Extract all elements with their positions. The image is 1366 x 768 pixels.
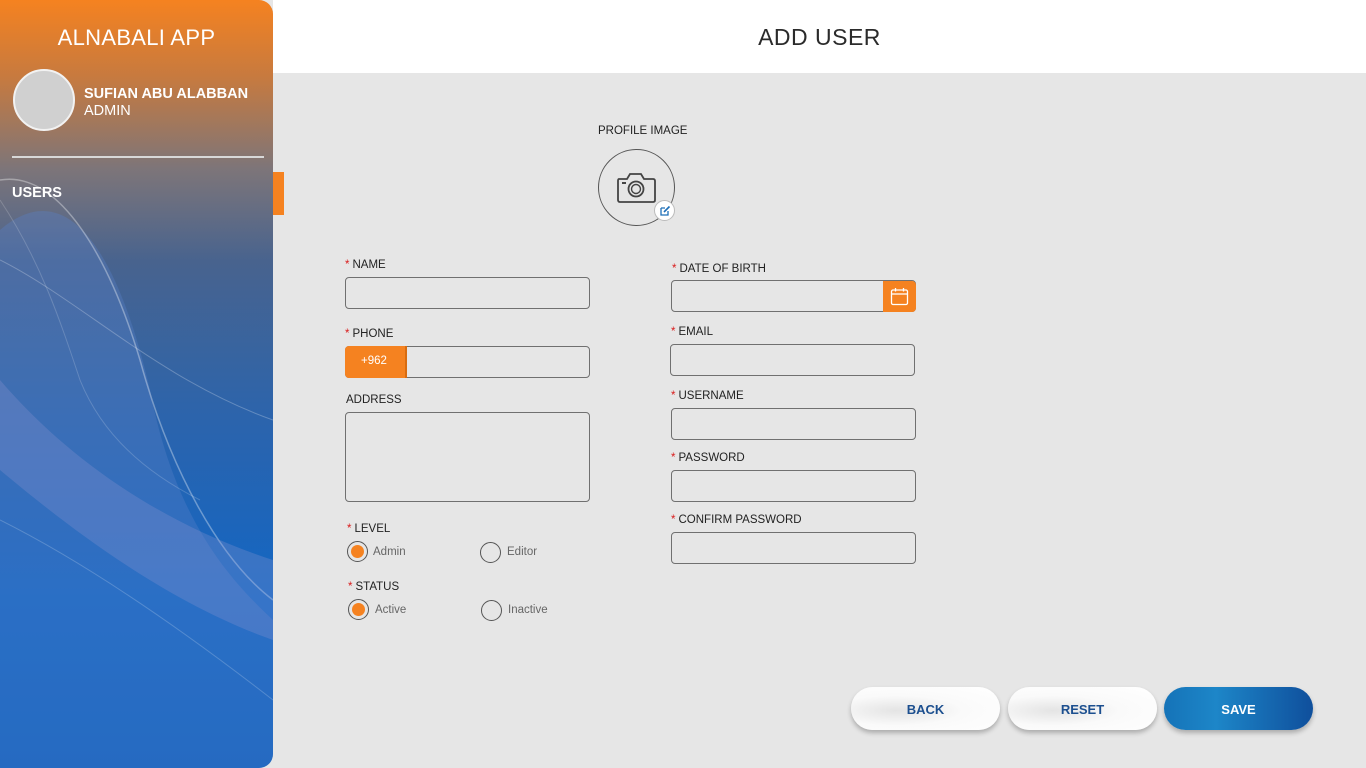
edit-icon [660, 205, 671, 216]
name-input[interactable] [345, 277, 590, 309]
avatar [13, 69, 75, 131]
username-label: * USERNAME [671, 390, 744, 402]
page-header: ADD USER [273, 0, 1366, 73]
level-editor-label[interactable]: Editor [507, 546, 537, 558]
dob-label: * DATE OF BIRTH [672, 263, 766, 275]
address-textarea[interactable] [345, 412, 590, 502]
password-label: * PASSWORD [671, 452, 745, 464]
user-name: SUFIAN ABU ALABBAN [84, 86, 249, 102]
calendar-button[interactable] [883, 281, 916, 312]
status-active-label[interactable]: Active [375, 604, 406, 616]
level-label: * LEVEL [347, 523, 391, 535]
confirm-password-input[interactable] [671, 532, 916, 564]
user-role: ADMIN [84, 103, 131, 119]
email-input[interactable] [670, 344, 915, 376]
status-inactive-radio[interactable] [481, 600, 502, 621]
page-title: ADD USER [758, 24, 881, 50]
sidebar-item-users[interactable]: USERS [12, 185, 62, 201]
edit-profile-image-button[interactable] [654, 200, 675, 221]
level-admin-radio[interactable] [347, 541, 368, 562]
camera-icon [617, 173, 656, 203]
active-nav-indicator [273, 172, 284, 215]
reset-button[interactable]: RESET [1008, 687, 1157, 730]
address-label: ADDRESS [346, 394, 402, 406]
confirm-password-label: * CONFIRM PASSWORD [671, 514, 802, 526]
back-button[interactable]: BACK [851, 687, 1000, 730]
status-label: * STATUS [348, 581, 400, 593]
profile-image-label: PROFILE IMAGE [598, 125, 688, 137]
phone-label: * PHONE [345, 328, 394, 340]
level-admin-label[interactable]: Admin [373, 546, 406, 558]
username-input[interactable] [671, 408, 916, 440]
app-title: ALNABALI APP [57, 25, 216, 50]
status-inactive-label[interactable]: Inactive [508, 604, 548, 616]
phone-country-code: +962 [345, 346, 407, 378]
sidebar: ALNABALI APP SUFIAN ABU ALABBAN ADMIN US… [0, 0, 273, 768]
status-active-radio[interactable] [348, 599, 369, 620]
password-input[interactable] [671, 470, 916, 502]
sidebar-divider [12, 156, 264, 158]
level-editor-radio[interactable] [480, 542, 501, 563]
name-label: * NAME [345, 259, 386, 271]
dob-input[interactable] [671, 280, 916, 312]
calendar-icon [890, 288, 909, 306]
email-label: * EMAIL [671, 326, 713, 338]
save-button[interactable]: SAVE [1164, 687, 1313, 730]
